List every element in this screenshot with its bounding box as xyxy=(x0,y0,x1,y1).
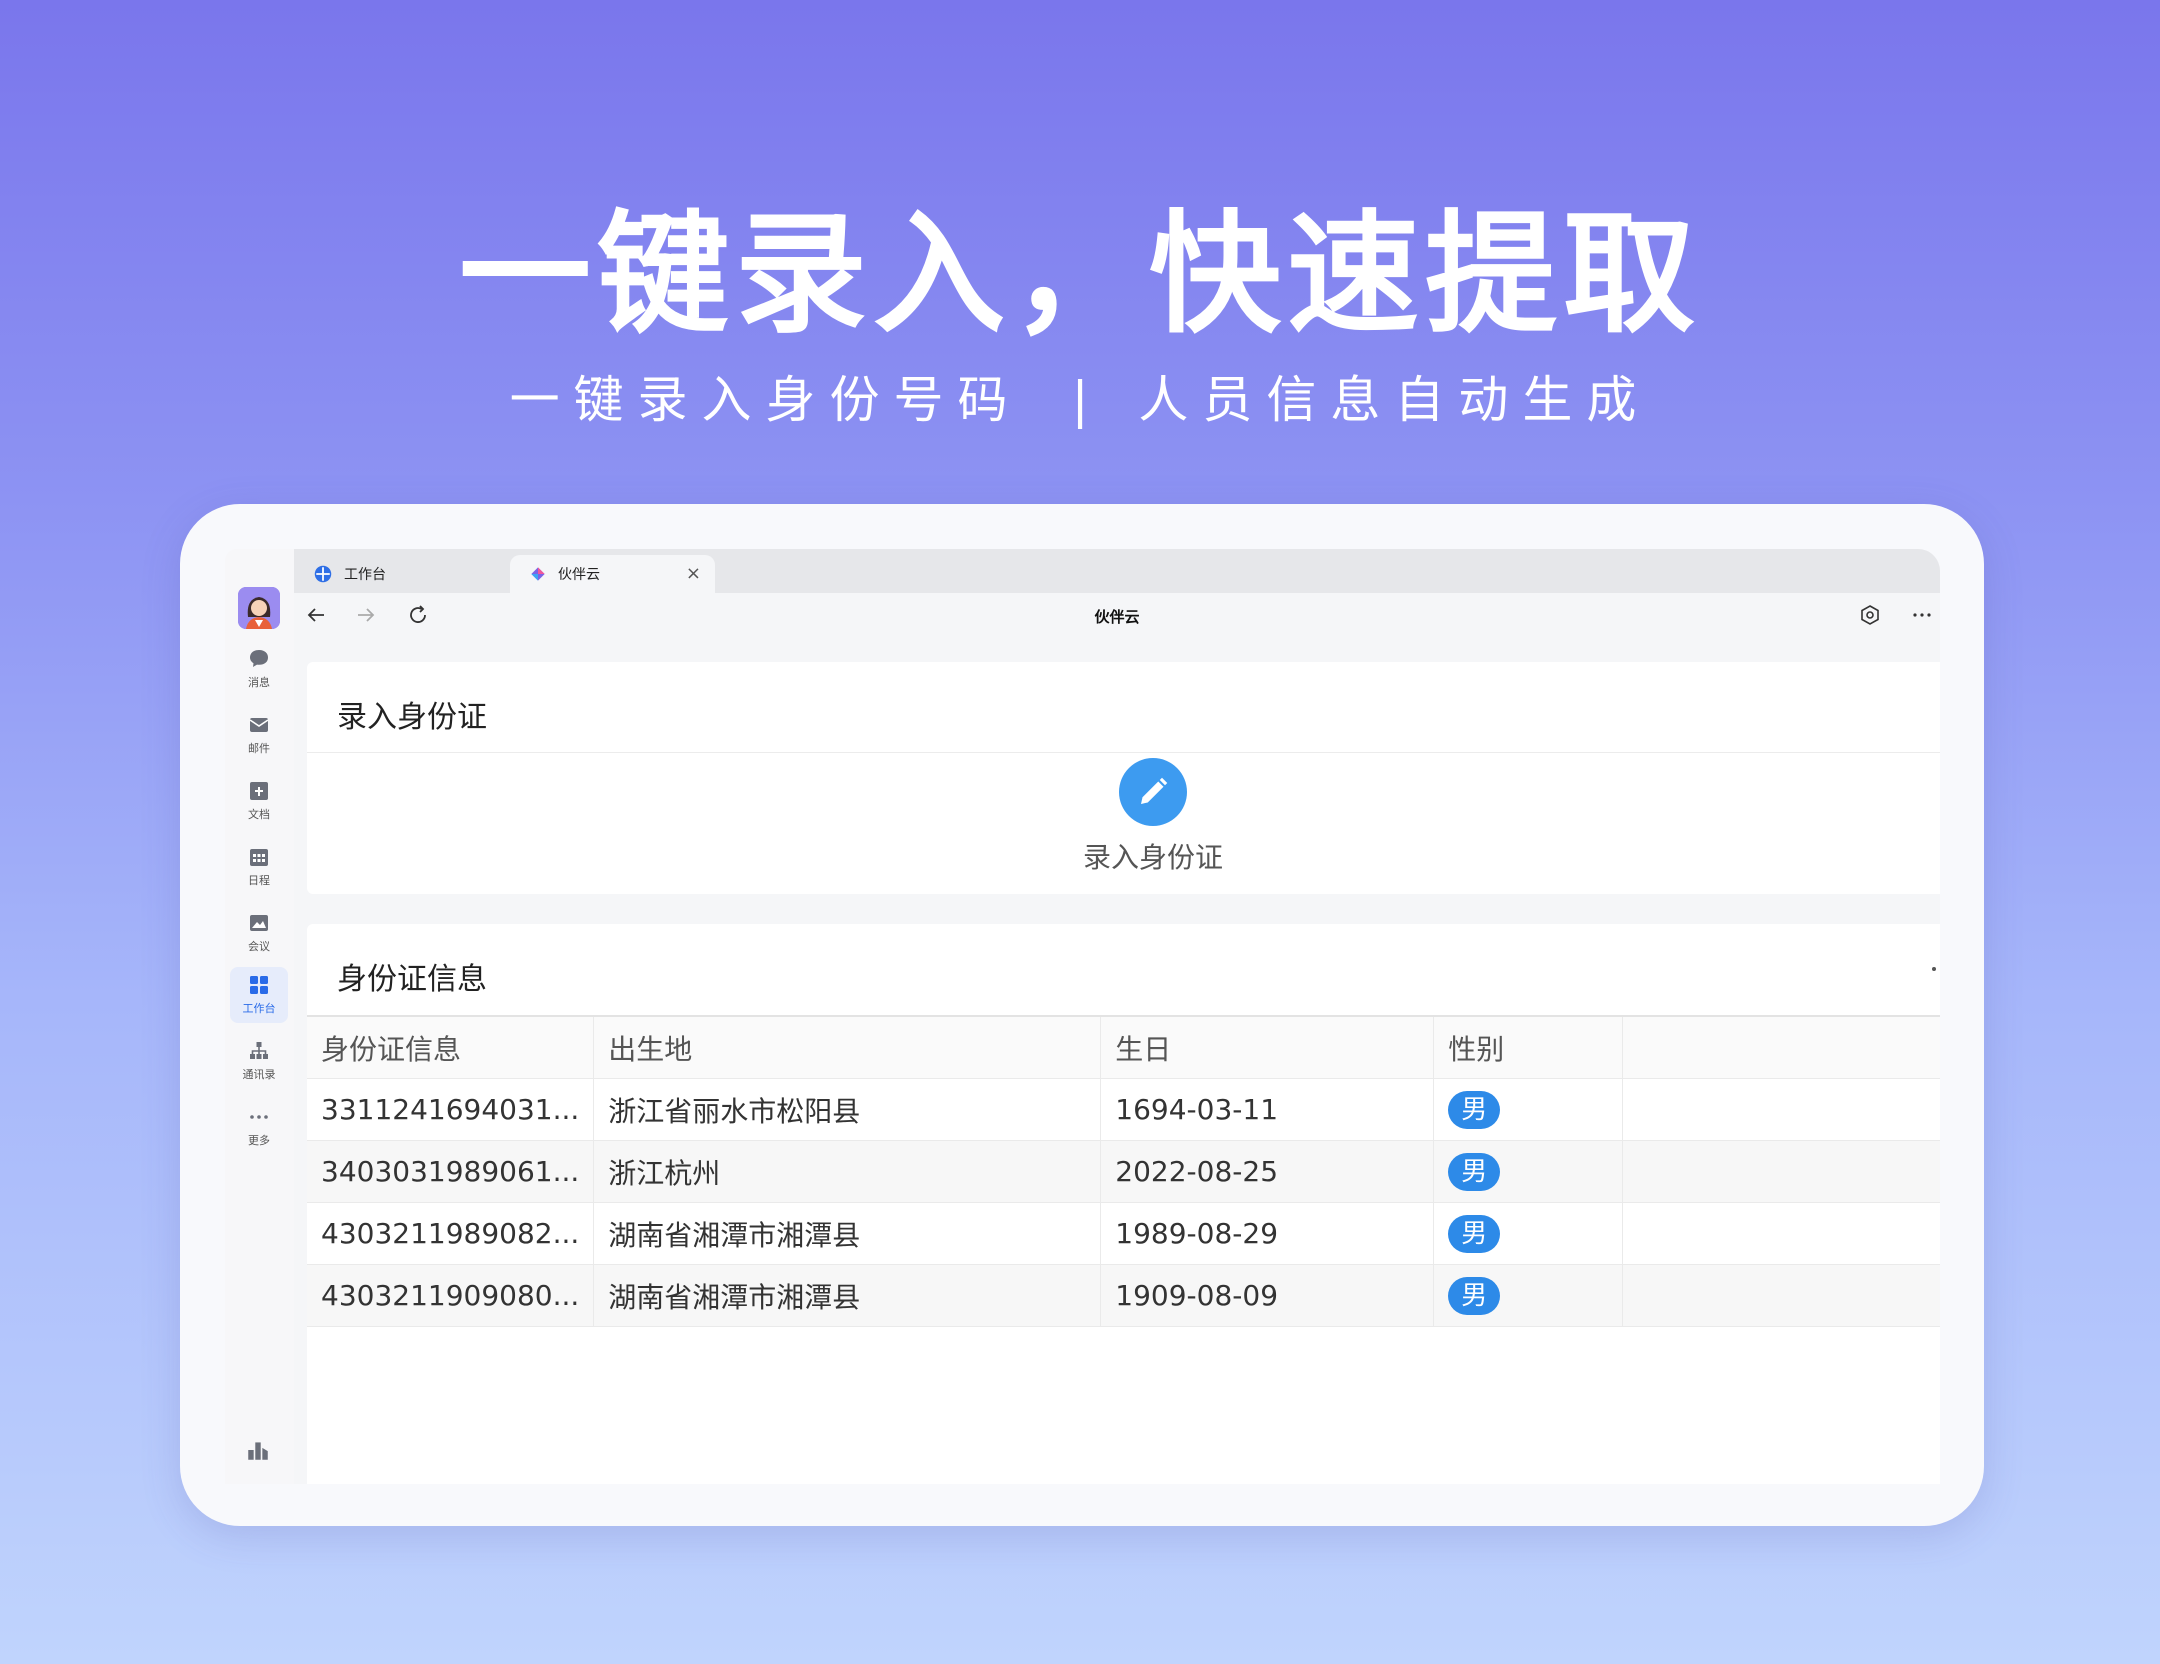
entry-button[interactable] xyxy=(1119,758,1187,826)
tab-label: 工作台 xyxy=(344,567,386,583)
sidebar-item-workspace[interactable]: 工作台 xyxy=(230,967,288,1023)
chat-icon xyxy=(250,650,268,667)
page-title: 伙伴云 xyxy=(1094,608,1140,626)
card-menu-icon[interactable] xyxy=(1932,967,1936,971)
tab-huobanyun[interactable]: 伙伴云 × xyxy=(510,555,715,593)
column-header-birthday[interactable]: 生日 xyxy=(1100,1015,1435,1079)
gender-badge: 男 xyxy=(1448,1214,1501,1253)
entry-card-title: 录入身份证 xyxy=(337,700,487,735)
info-card-title: 身份证信息 xyxy=(337,962,487,997)
close-icon[interactable]: × xyxy=(686,563,701,584)
entry-button-label[interactable]: 录入身份证 xyxy=(1053,836,1253,876)
cell-id: 3403031989061... xyxy=(307,1140,595,1203)
pencil-icon xyxy=(1141,777,1168,804)
hero-headline: 一键录入，快速提取 xyxy=(459,198,1701,352)
tab-label: 伙伴云 xyxy=(558,567,600,583)
table-row[interactable]: 3311241694031... 浙江省丽水市松阳县 1694-03-11 男 xyxy=(307,1078,1940,1141)
column-header-id[interactable]: 身份证信息 xyxy=(307,1015,595,1079)
more-options-icon[interactable] xyxy=(1910,603,1934,627)
table-row[interactable]: 4303211909080... 湖南省湘潭市湘潭县 1909-08-09 男 xyxy=(307,1264,1940,1327)
sidebar-item-label: 文档 xyxy=(248,808,270,821)
address-bar: 伙伴云 xyxy=(294,593,1940,637)
cell-empty xyxy=(1622,1140,1940,1203)
app-sidebar: 消息 邮件 文档 日程 会议 工作台 通讯录 更多 xyxy=(225,549,294,1484)
table-header-row: 身份证信息 出生地 生日 性别 xyxy=(307,1015,1940,1079)
contacts-icon xyxy=(250,1042,268,1059)
tab-bar: 工作台 伙伴云 × xyxy=(294,549,1940,593)
cell-gender: 男 xyxy=(1433,1140,1624,1203)
hero-sub-right: 人员信息自动生成 xyxy=(1138,371,1651,429)
cell-empty xyxy=(1622,1202,1940,1265)
sidebar-item-label: 更多 xyxy=(248,1134,270,1147)
cell-birthplace: 湖南省湘潭市湘潭县 xyxy=(593,1202,1102,1265)
document-icon xyxy=(250,782,268,800)
table-row[interactable]: 3403031989061... 浙江杭州 2022-08-25 男 xyxy=(307,1140,1940,1203)
cell-birthday: 2022-08-25 xyxy=(1100,1140,1435,1203)
divider xyxy=(307,752,1940,753)
info-card: 身份证信息 身份证信息 出生地 生日 性别 3311241694031... 浙… xyxy=(307,924,1940,1484)
building-icon[interactable] xyxy=(245,1437,271,1463)
table-row[interactable]: 4303211989082... 湖南省湘潭市湘潭县 1989-08-29 男 xyxy=(307,1202,1940,1265)
cell-birthday: 1989-08-29 xyxy=(1100,1202,1435,1265)
sidebar-item-messages[interactable]: 消息 xyxy=(230,641,288,697)
more-icon xyxy=(250,1115,268,1119)
tablet-frame: 消息 邮件 文档 日程 会议 工作台 通讯录 更多 工作台 伙伴云 × 伙伴云 … xyxy=(180,504,1984,1526)
cell-birthday: 1909-08-09 xyxy=(1100,1264,1435,1327)
sidebar-item-label: 日程 xyxy=(248,874,270,887)
column-header-empty xyxy=(1622,1015,1940,1079)
sidebar-item-calendar[interactable]: 日程 xyxy=(230,839,288,895)
cell-birthplace: 浙江杭州 xyxy=(593,1140,1102,1203)
sidebar-item-contacts[interactable]: 通讯录 xyxy=(230,1033,288,1089)
sidebar-item-label: 邮件 xyxy=(248,742,270,755)
sidebar-item-more[interactable]: 更多 xyxy=(230,1099,288,1155)
cell-birthplace: 湖南省湘潭市湘潭县 xyxy=(593,1264,1102,1327)
entry-card: 录入身份证 录入身份证 xyxy=(307,662,1940,894)
cell-birthday: 1694-03-11 xyxy=(1100,1078,1435,1141)
sidebar-item-label: 会议 xyxy=(248,940,270,953)
workspace-icon xyxy=(250,976,268,994)
sidebar-item-label: 消息 xyxy=(248,676,270,689)
hero-subline: 一键录入身份号码 | 人员信息自动生成 xyxy=(0,360,2160,432)
cell-birthplace: 浙江省丽水市松阳县 xyxy=(593,1078,1102,1141)
cell-id: 3311241694031... xyxy=(307,1078,595,1141)
huobanyun-logo-icon xyxy=(531,567,545,581)
avatar[interactable] xyxy=(238,587,280,629)
column-header-gender[interactable]: 性别 xyxy=(1433,1015,1624,1079)
cell-gender: 男 xyxy=(1433,1202,1624,1265)
hero-sub-left: 一键录入身份号码 xyxy=(509,371,1022,429)
hero-sub-separator: | xyxy=(1071,371,1089,429)
cell-gender: 男 xyxy=(1433,1264,1624,1327)
mail-icon xyxy=(249,718,269,732)
sidebar-item-meeting[interactable]: 会议 xyxy=(230,905,288,961)
gender-badge: 男 xyxy=(1448,1152,1501,1191)
cell-empty xyxy=(1622,1264,1940,1327)
sidebar-item-label: 通讯录 xyxy=(242,1068,276,1081)
calendar-icon xyxy=(250,849,268,866)
tab-workspace[interactable]: 工作台 xyxy=(294,555,504,593)
cell-gender: 男 xyxy=(1433,1078,1624,1141)
cell-empty xyxy=(1622,1078,1940,1141)
cell-id: 4303211909080... xyxy=(307,1264,595,1327)
cell-id: 4303211989082... xyxy=(307,1202,595,1265)
sidebar-item-mail[interactable]: 邮件 xyxy=(230,707,288,763)
meeting-icon xyxy=(250,915,268,931)
app-screen: 消息 邮件 文档 日程 会议 工作台 通讯录 更多 工作台 伙伴云 × 伙伴云 … xyxy=(225,549,1940,1484)
workspace-tab-icon xyxy=(314,565,332,583)
column-header-birthplace[interactable]: 出生地 xyxy=(593,1015,1102,1079)
sidebar-item-label: 工作台 xyxy=(242,1002,276,1015)
gender-badge: 男 xyxy=(1448,1090,1501,1129)
settings-icon[interactable] xyxy=(1858,603,1882,627)
gender-badge: 男 xyxy=(1448,1276,1501,1315)
sidebar-item-docs[interactable]: 文档 xyxy=(230,773,288,829)
browser-window: 工作台 伙伴云 × 伙伴云 录入身份证 录入身份证 身份证信息 身份证信息 出生… xyxy=(294,549,1940,1484)
id-table: 身份证信息 出生地 生日 性别 3311241694031... 浙江省丽水市松… xyxy=(307,1015,1940,1327)
avatar-icon xyxy=(238,587,280,629)
